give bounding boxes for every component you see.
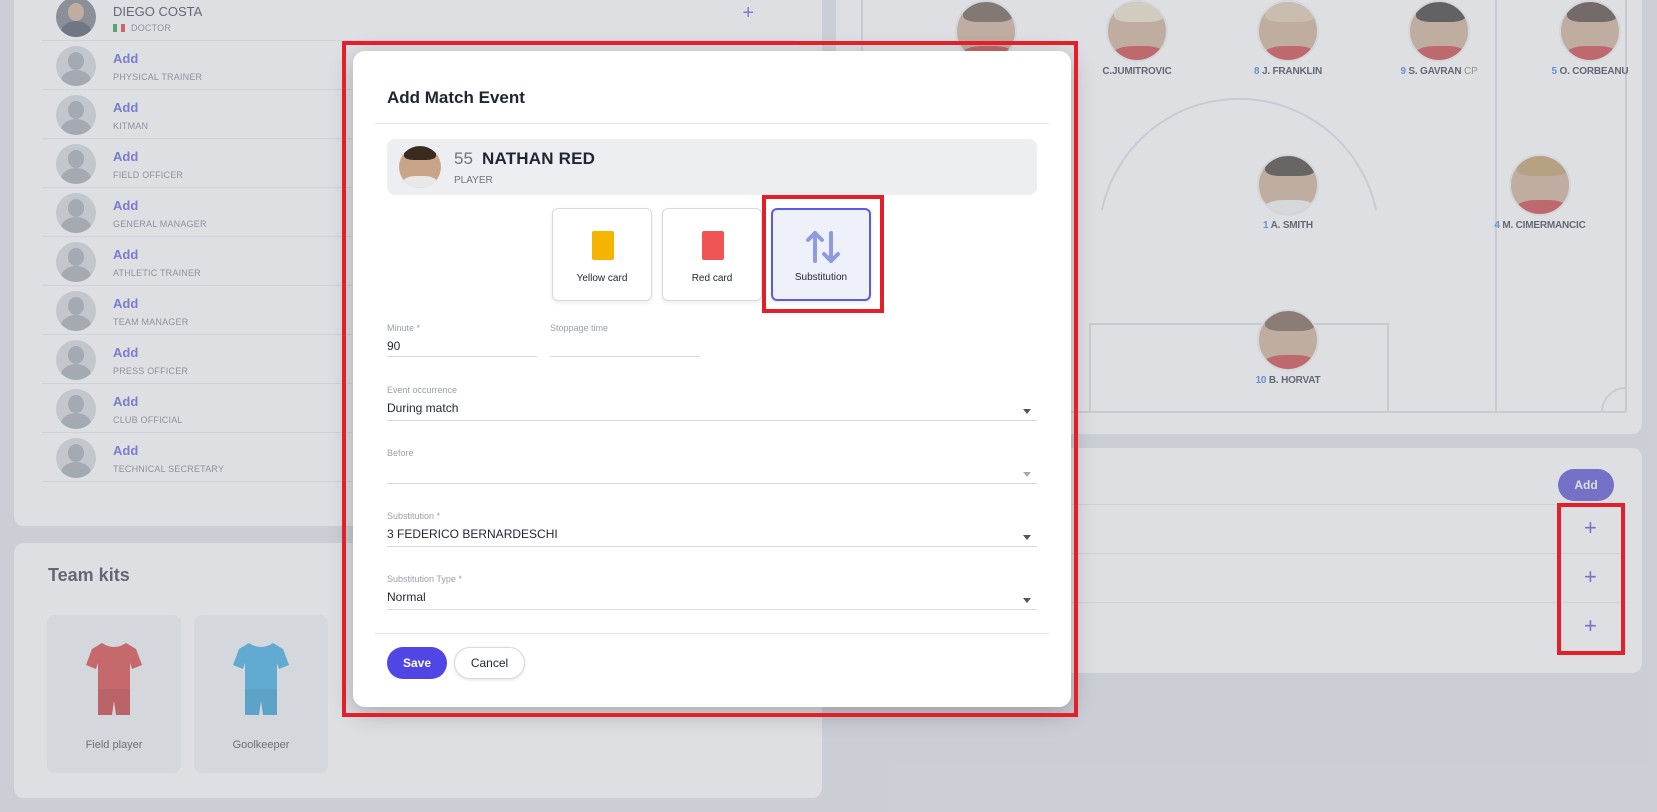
stoppage-time-field[interactable]: Stoppage time [550,323,700,357]
before-select[interactable]: Before [387,448,1037,484]
chevron-down-icon [1023,535,1031,540]
field-label: Before [387,448,414,458]
minute-input[interactable]: 90 [387,339,537,355]
event-type-label: Yellow card [576,273,628,284]
cancel-button[interactable]: Cancel [454,647,525,679]
player-name: NATHAN RED [482,149,596,168]
field-label: Minute * [387,323,421,333]
dialog-title: Add Match Event [387,88,525,107]
substitution-select[interactable]: Substitution * 3 FEDERICO BERNARDESCHI [387,511,1037,547]
field-label: Substitution * [387,511,441,521]
save-button[interactable]: Save [387,647,447,679]
substitution-type-select[interactable]: Substitution Type * Normal [387,574,1037,610]
substitution-button[interactable]: Substitution [771,208,871,301]
minute-field[interactable]: Minute * 90 [387,323,537,357]
select-value [387,464,1037,480]
swap-arrows-icon [806,231,840,263]
field-label: Substitution Type * [387,574,462,584]
yellow-card-icon [592,231,614,260]
field-label: Stoppage time [550,323,609,333]
player-role: PLAYER [454,175,493,186]
event-type-label: Substitution [794,272,848,283]
red-card-icon [702,231,724,260]
yellow-card-button[interactable]: Yellow card [552,208,652,301]
event-type-label: Red card [691,273,733,284]
field-label: Event occurrence [387,385,458,395]
divider [375,123,1049,124]
red-card-button[interactable]: Red card [662,208,762,301]
stoppage-time-input[interactable] [550,339,700,355]
add-match-event-dialog: Add Match Event 55 NATHAN RED PLAYER Yel… [353,51,1071,707]
selected-player-card: 55 NATHAN RED PLAYER [387,139,1037,195]
chevron-down-icon [1023,409,1031,414]
select-value: Normal [387,590,426,604]
select-value: During match [387,401,459,415]
select-value: 3 FEDERICO BERNARDESCHI [387,527,558,541]
player-avatar [399,146,441,188]
chevron-down-icon [1023,472,1031,477]
divider [375,633,1049,634]
player-number: 55 [454,149,473,168]
event-occurrence-select[interactable]: Event occurrence During match [387,385,1037,421]
chevron-down-icon [1023,598,1031,603]
